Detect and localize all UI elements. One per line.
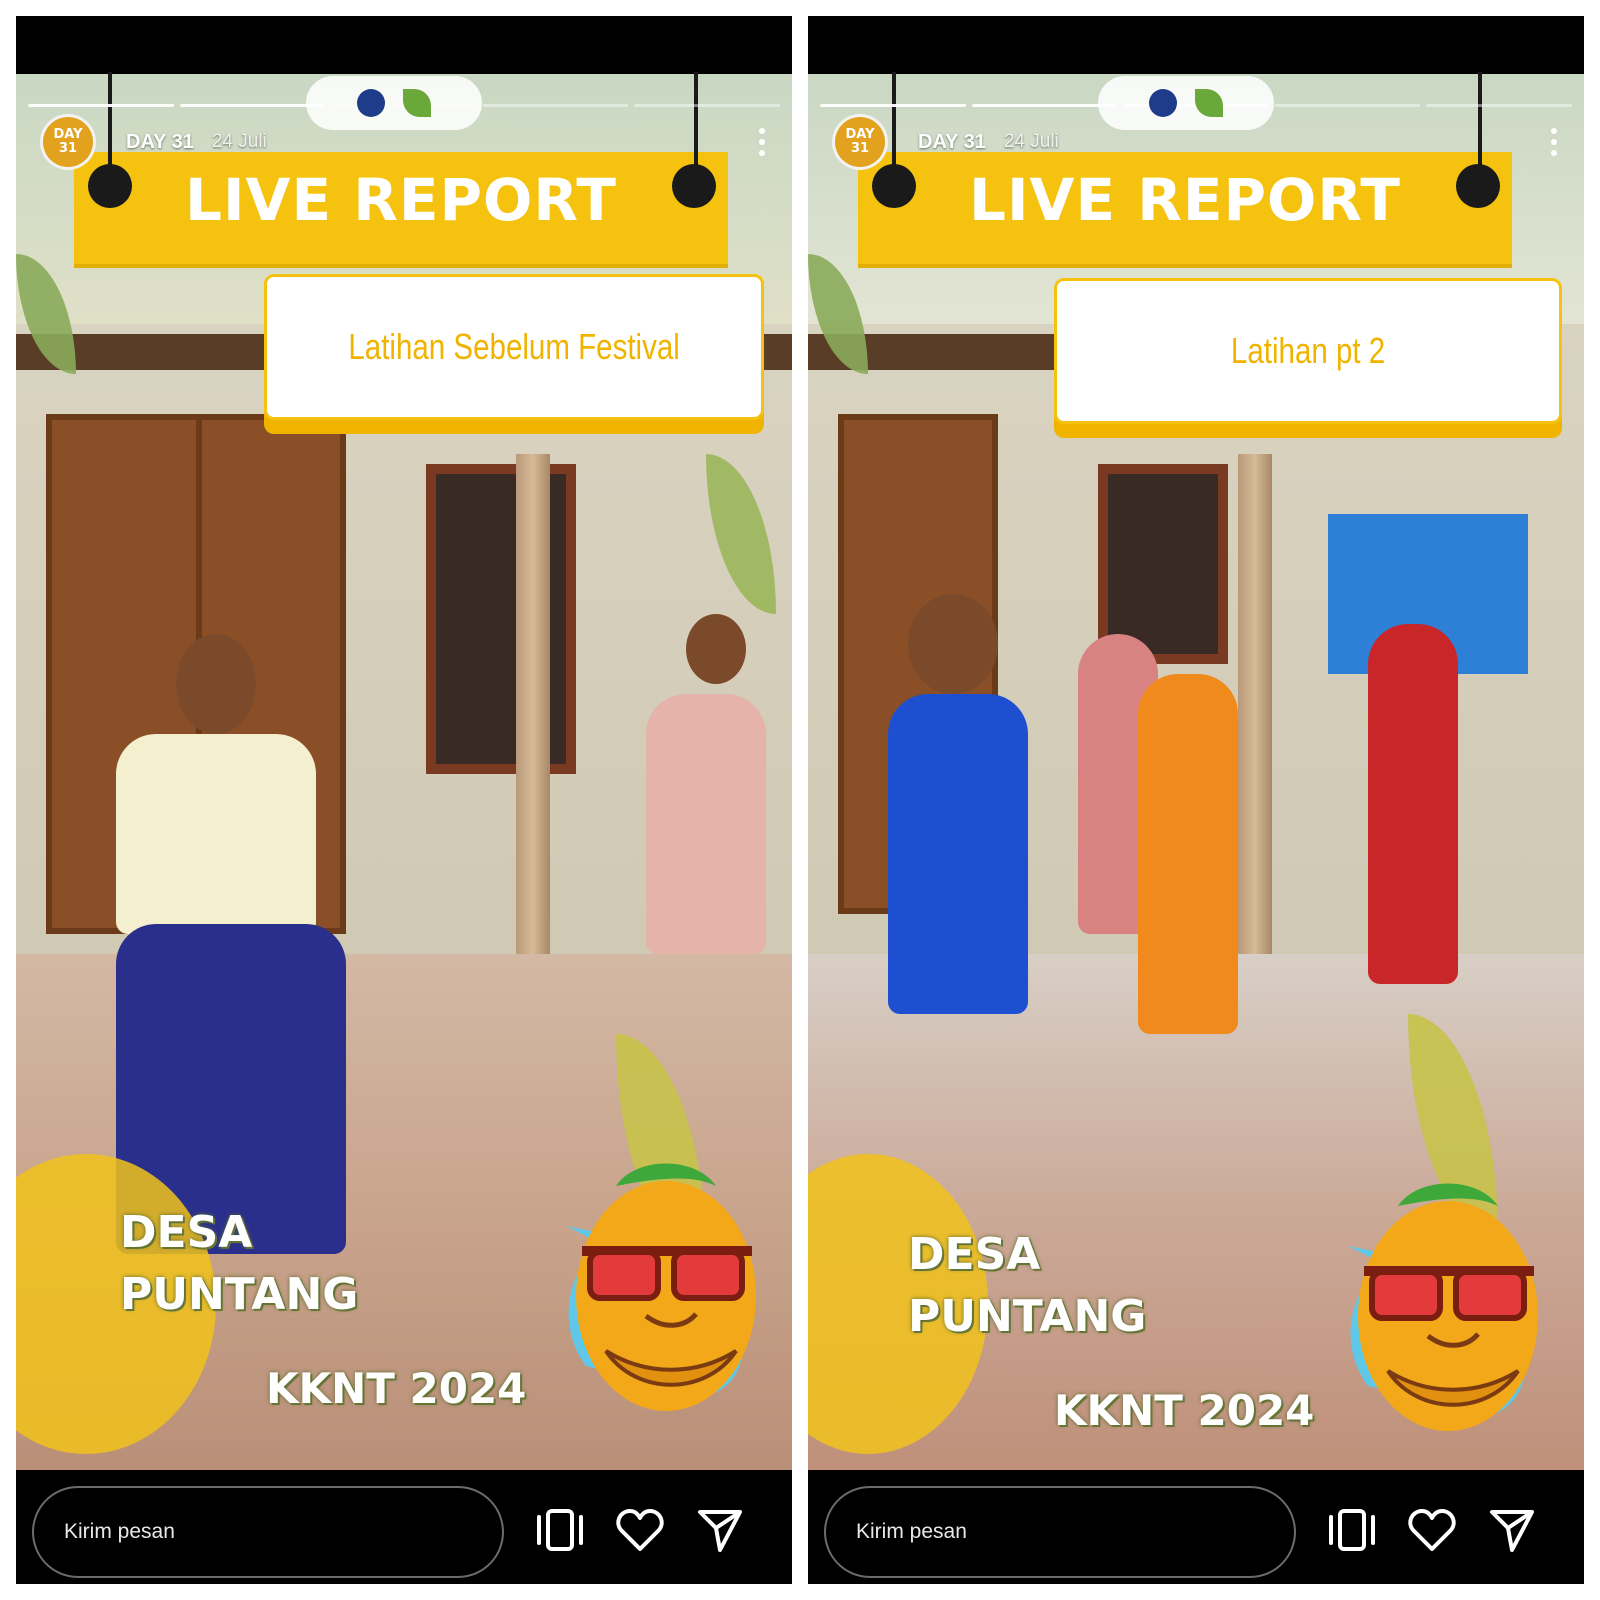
avatar[interactable]: DAY 31	[40, 114, 96, 170]
story-panel-right: DAY 31 DAY 31 24 Juli LIVE REPORT Latiha…	[808, 16, 1584, 1584]
subtitle-text: Latihan pt 2	[1230, 330, 1386, 371]
carousel-icon[interactable]	[532, 1502, 588, 1558]
more-vertical-icon[interactable]	[752, 128, 772, 156]
dancer-girl	[116, 734, 316, 934]
window	[426, 464, 576, 774]
message-input[interactable]	[824, 1486, 1296, 1578]
story-header: DAY 31 DAY 31 24 Juli	[40, 112, 772, 172]
mango-mascot-icon	[1348, 1183, 1538, 1431]
username[interactable]: DAY 31	[126, 131, 194, 154]
kknt-tag: KKNT 2024	[1054, 1386, 1315, 1435]
avatar[interactable]: DAY 31	[832, 114, 888, 170]
subtitle-card: Latihan pt 2	[1054, 278, 1562, 424]
subtitle-card: Latihan Sebelum Festival	[264, 274, 764, 420]
banner-title: LIVE REPORT	[969, 166, 1401, 234]
wooden-pillar	[1238, 454, 1272, 1014]
story-footer	[16, 1470, 792, 1584]
child-blue-shirt	[888, 694, 1028, 1014]
send-icon[interactable]	[1484, 1502, 1540, 1558]
story-date: 24 Juli	[211, 131, 267, 152]
heart-icon[interactable]	[1404, 1502, 1460, 1558]
child-orange-shirt	[1138, 674, 1238, 1034]
banner-title: LIVE REPORT	[185, 166, 617, 234]
dancer-boy	[646, 694, 766, 954]
username[interactable]: DAY 31	[918, 131, 986, 154]
story-header: DAY 31 DAY 31 24 Juli	[832, 112, 1564, 172]
heart-icon[interactable]	[612, 1502, 668, 1558]
story-date: 24 Juli	[1003, 131, 1059, 152]
message-input[interactable]	[32, 1486, 504, 1578]
send-icon[interactable]	[692, 1502, 748, 1558]
story-panel-left: DAY 31 DAY 31 24 Juli LIVE REPORT Latiha…	[16, 16, 792, 1584]
more-vertical-icon[interactable]	[1544, 128, 1564, 156]
story-footer	[808, 1470, 1584, 1584]
subtitle-text: Latihan Sebelum Festival	[348, 326, 680, 367]
location-label: DESA PUNTANG	[120, 1207, 359, 1320]
carousel-icon[interactable]	[1324, 1502, 1380, 1558]
child-red-outfit	[1368, 624, 1458, 984]
mango-mascot-icon	[566, 1163, 756, 1411]
location-label: DESA PUNTANG	[908, 1229, 1147, 1342]
kknt-tag: KKNT 2024	[266, 1364, 527, 1413]
